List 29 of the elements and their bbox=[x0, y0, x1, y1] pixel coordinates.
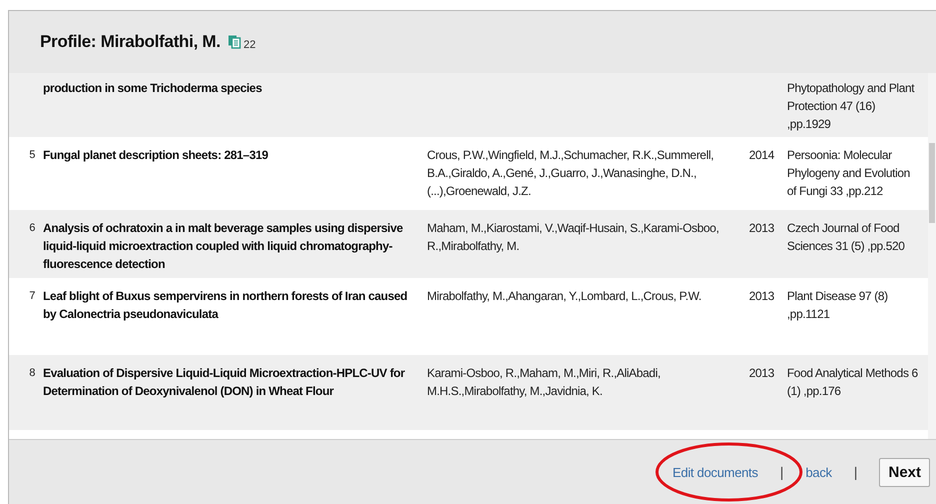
year-cell-text: 2013 bbox=[749, 220, 776, 237]
document-title: Evaluation of Dispersive Liquid-Liquid Microextraction-HPLC-UV for Determination of Deoxynivalenol (DON) in Wheat Flour bbox=[43, 365, 406, 400]
document-title: Fungal planet description sheets: 281–319 bbox=[43, 147, 270, 164]
source-cell-text: Plant Disease 97 (8) ,pp.1121 bbox=[787, 288, 889, 323]
authors-cell-text: Karami-Osboo, R.,Maham, M.,Miri, R.,AliAbadi, M.H.S.,Mirabolfathy, M.,Javidnia, K. bbox=[427, 365, 662, 400]
row-number: 7 bbox=[29, 289, 36, 304]
document-title: Analysis of ochratoxin a in malt beverage samples using dispersive liquid-liquid microextraction coupled with liquid chromatography-fluorescence detection bbox=[43, 220, 404, 273]
source-cell-text: Persoonia: Molecular Phylogeny and Evolution of Fungi 33 ,pp.212 bbox=[787, 147, 911, 200]
edit-documents-link[interactable]: Edit documents bbox=[672, 464, 758, 480]
document-title: Leaf blight of Buxus sempervirens in northern forests of Iran caused by Calonectria pseudonaviculata bbox=[43, 288, 408, 323]
authors-cell-text: Mirabolfathy, M.,Ahangaran, Y.,Lombard, L.,Crous, P.W. bbox=[427, 288, 702, 305]
separator: | bbox=[780, 464, 784, 480]
year-cell-text: 2013 bbox=[749, 365, 776, 382]
back-link[interactable]: back bbox=[806, 464, 832, 480]
authors-cell-text: Maham, M.,Kiarostami, V.,Waqif-Husain, S.,Karami-Osboo, R.,Mirabolfathy, M. bbox=[427, 220, 720, 255]
document-title: production in some Trichoderma species bbox=[43, 80, 263, 97]
year-cell-text: 2013 bbox=[749, 288, 776, 305]
document-count: 22 bbox=[243, 39, 256, 51]
next-button[interactable]: Next bbox=[879, 458, 930, 486]
source-cell-text: Phytopathology and Plant Protection 47 (16) ,pp.1929 bbox=[787, 80, 916, 133]
authors-cell-text: Crous, P.W.,Wingfield, M.J.,Schumacher, R.K.,Summerell, B.A.,Giraldo, A.,Gené, J.,Guarro, J.,Wanasinghe, D.N., (...),Groenewald, J.Z. bbox=[427, 147, 715, 200]
separator: | bbox=[854, 464, 858, 480]
year-cell-text: 2014 bbox=[749, 147, 776, 164]
profile-title: Profile: Mirabolfathi, M. bbox=[40, 32, 220, 52]
row-number: 5 bbox=[29, 148, 36, 163]
row-number: 8 bbox=[29, 366, 36, 381]
row-number: 6 bbox=[29, 221, 36, 236]
source-cell-text: Food Analytical Methods 6 (1) ,pp.176 bbox=[787, 365, 919, 400]
source-cell-text: Czech Journal of Food Sciences 31 (5) ,pp.520 bbox=[787, 220, 906, 255]
